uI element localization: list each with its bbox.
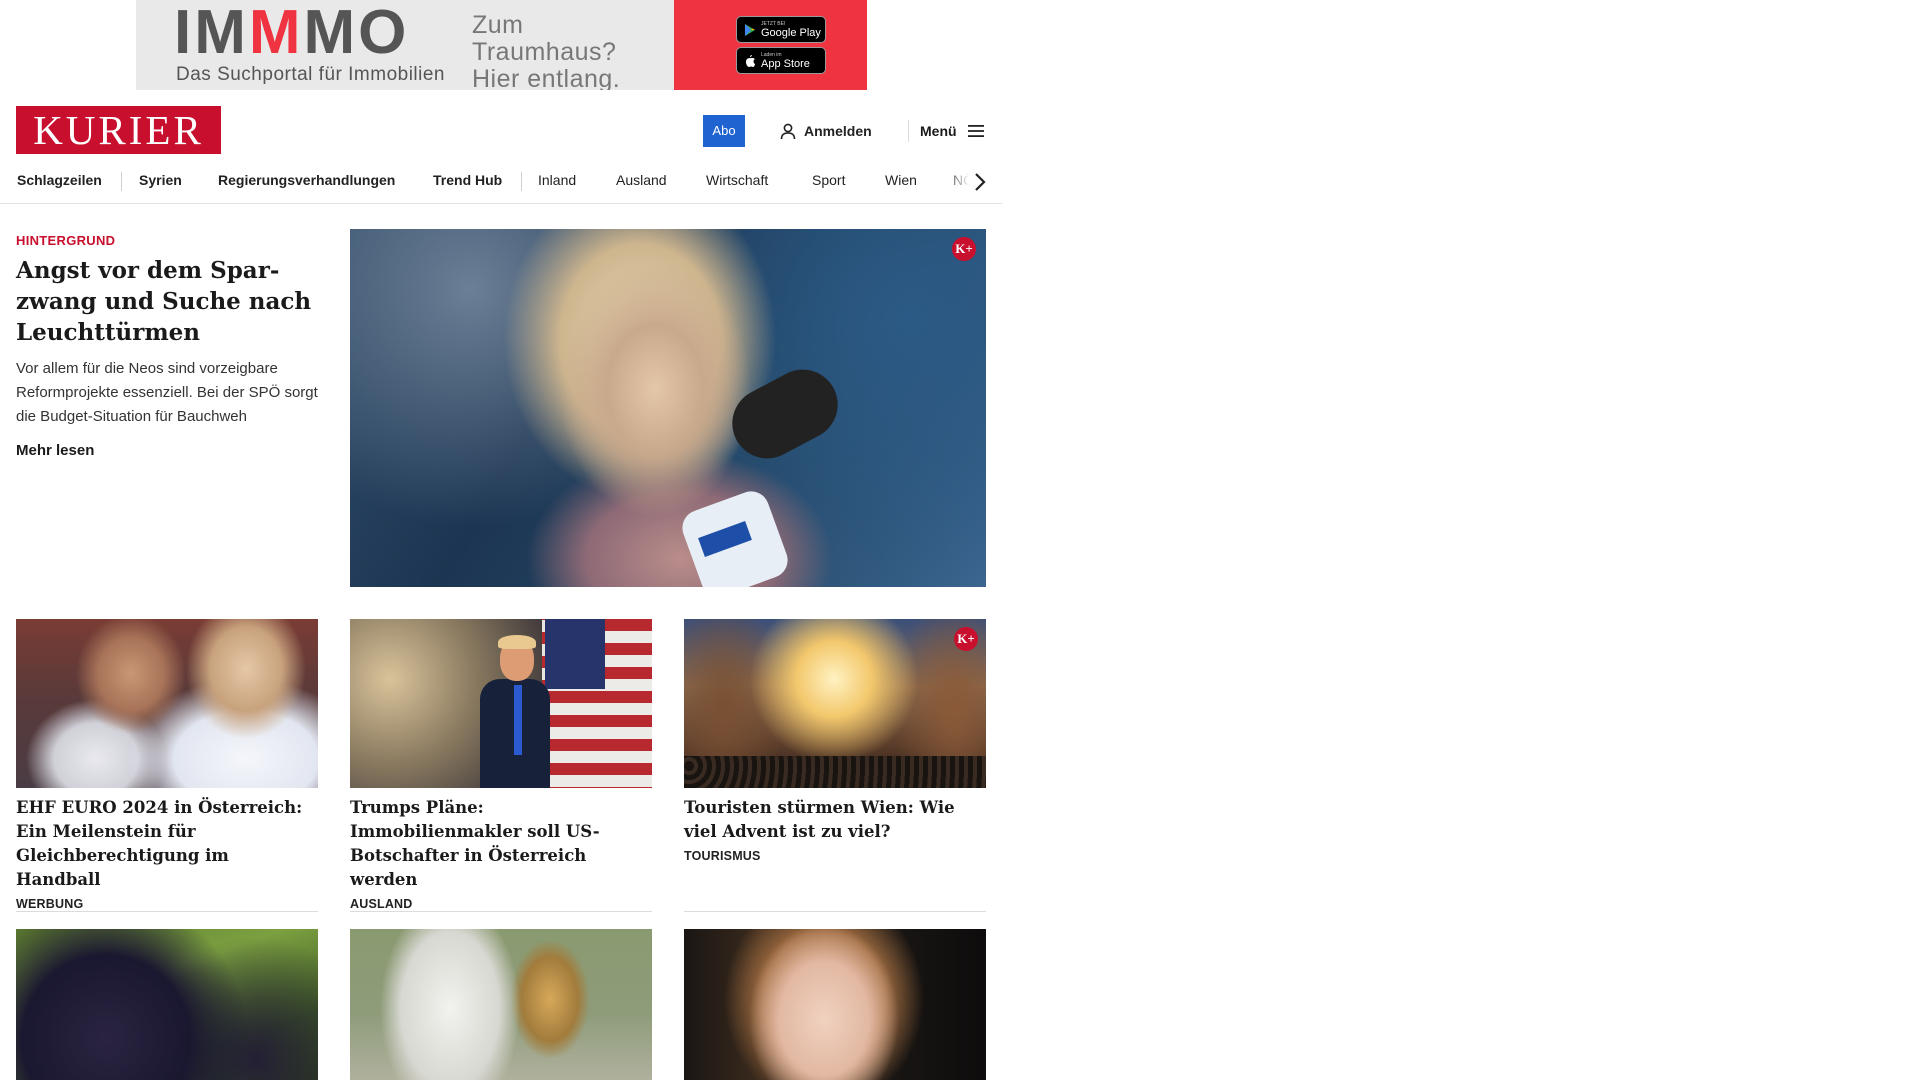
article-title: EHF EURO 2024 in Österreich: Ein Meilens…	[16, 798, 303, 889]
article-image	[350, 929, 652, 1080]
ad-store-area: JETZT BEI Google Play Laden im App Store	[674, 0, 867, 90]
topic-nav: Schlagzeilen Syrien Regierungsverhandlun…	[0, 160, 1002, 204]
abo-button[interactable]: Abo	[703, 115, 745, 147]
nav-item-ausland[interactable]: Ausland	[616, 170, 667, 190]
ad-logo: IMMMO	[174, 0, 410, 67]
ad-brand-area: IMMMO Das Suchportal für Immobilien Zum …	[136, 0, 674, 90]
hamburger-icon	[967, 125, 984, 137]
article-card[interactable]	[684, 929, 986, 1080]
nav-divider	[121, 172, 122, 191]
lead-kicker: HINTERGRUND	[16, 233, 116, 248]
article-image: K+	[684, 619, 986, 788]
read-more-link[interactable]: Mehr lesen	[16, 442, 94, 459]
site-header: KURIER Abo Anmelden Menü	[0, 90, 1002, 160]
article-image	[684, 929, 986, 1080]
article-card[interactable]: K+ Touristen stürmen Wien: Wie viel Adve…	[684, 619, 986, 863]
login-label: Anmelden	[804, 123, 872, 139]
article-category: TOURISMUS	[684, 849, 761, 863]
article-category: AUSLAND	[350, 897, 413, 911]
kurier-logo[interactable]: KURIER	[16, 106, 221, 154]
ad-slogan: Zum Traumhaus? Hier entlang.	[472, 11, 621, 91]
article-image	[16, 929, 318, 1080]
article-card[interactable]: Trumps Pläne: Immobilienmakler soll US-B…	[350, 619, 652, 911]
ad-banner[interactable]: IMMMO Das Suchportal für Immobilien Zum …	[136, 0, 867, 90]
card-divider	[684, 911, 986, 912]
chevron-right-icon[interactable]	[970, 170, 990, 194]
article-title: Trumps Pläne: Immobilienmakler soll US-B…	[350, 798, 600, 889]
kurier-plus-icon: K+	[954, 627, 978, 651]
kurier-plus-icon: K+	[952, 237, 976, 261]
lead-headline[interactable]: Angst vor dem Spar­zwang und Suche nach …	[16, 255, 316, 348]
nav-item-regierungsverhandlungen[interactable]: Regierungsverhandlungen	[218, 170, 395, 190]
lead-image[interactable]: K+	[350, 229, 986, 587]
ad-tagline: Das Suchportal für Immobilien	[176, 64, 445, 85]
user-icon	[780, 123, 796, 139]
article-card[interactable]: EHF EURO 2024 in Österreich: Ein Meilens…	[16, 619, 318, 911]
nav-item-sport[interactable]: Sport	[812, 170, 845, 190]
google-play-icon	[745, 23, 755, 36]
article-card[interactable]	[350, 929, 652, 1080]
nav-item-schlagzeilen[interactable]: Schlagzeilen	[17, 170, 102, 190]
google-play-button[interactable]: JETZT BEI Google Play	[736, 16, 826, 43]
microphone-shape	[720, 357, 850, 471]
article-category: WERBUNG	[16, 897, 84, 911]
card-divider	[350, 911, 652, 912]
menu-button[interactable]: Menü	[920, 118, 985, 144]
article-image	[350, 619, 652, 788]
apple-icon	[746, 54, 755, 67]
nav-item-trend-hub[interactable]: Trend Hub	[433, 170, 502, 190]
nav-divider	[521, 172, 522, 191]
header-divider	[908, 120, 909, 142]
lead-teaser: Vor allem für die Neos sind vorzeigbare …	[16, 360, 318, 425]
article-title: Touristen stürmen Wien: Wie viel Advent …	[684, 798, 955, 841]
login-button[interactable]: Anmelden	[780, 118, 872, 144]
nav-item-wirtschaft[interactable]: Wirtschaft	[706, 170, 768, 190]
article-card[interactable]	[16, 929, 318, 1080]
nav-item-wien[interactable]: Wien	[885, 170, 917, 190]
card-divider	[16, 911, 318, 912]
menu-label: Menü	[920, 123, 957, 139]
nav-item-inland[interactable]: Inland	[538, 170, 576, 190]
app-store-button[interactable]: Laden im App Store	[736, 47, 826, 74]
article-image	[16, 619, 318, 788]
nav-item-syrien[interactable]: Syrien	[139, 170, 182, 190]
